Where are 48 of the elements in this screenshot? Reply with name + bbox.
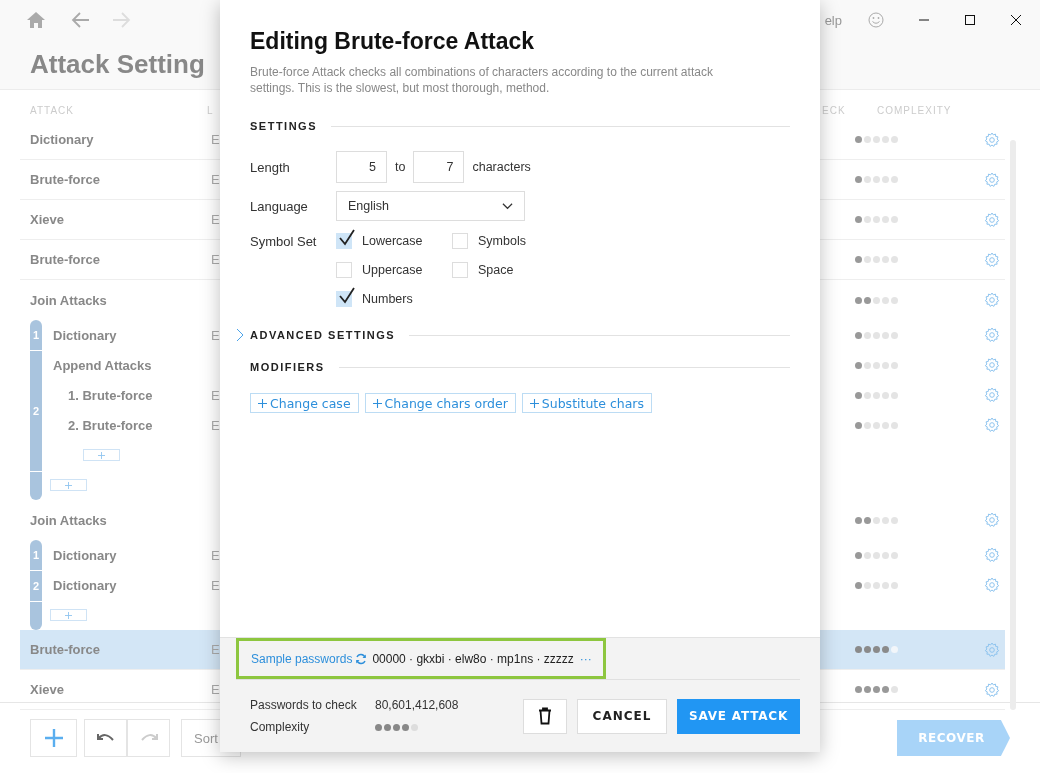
section-heading: MODIFIERS	[250, 361, 325, 373]
language-cell: E	[211, 642, 220, 657]
dialog-description: Brute-force Attack checks all combinations of characters according to the current attack settings. This is the slowest, but most thorough, method.	[250, 64, 714, 96]
page-title: Attack Setting	[29, 48, 205, 81]
group-index: 1	[32, 549, 40, 561]
attack-name: Join Attacks	[30, 512, 108, 528]
language-cell: E	[211, 132, 220, 147]
language-cell: E	[211, 212, 220, 227]
dialog-title: Editing Brute-force Attack	[250, 27, 536, 56]
section-heading: SETTINGS	[250, 120, 317, 132]
stat-label: Passwords to check	[250, 698, 358, 712]
attack-name: Dictionary	[52, 327, 118, 343]
group-index: 2	[32, 405, 40, 417]
attack-name: 1. Brute-force	[67, 387, 154, 403]
group-index: 1	[32, 329, 40, 341]
attack-name: Xieve	[30, 212, 65, 227]
group-index: 2	[32, 580, 40, 592]
range-separator: to	[395, 160, 406, 174]
checkbox-label: Symbols	[478, 234, 526, 248]
attack-name: Brute-force	[30, 252, 102, 267]
unit-label: characters	[472, 160, 531, 174]
attack-name: Append Attacks	[52, 357, 153, 373]
language-cell: E	[211, 682, 220, 697]
attack-name: Brute-force	[30, 172, 102, 187]
checkbox-label: Lowercase	[362, 234, 423, 248]
checkbox-label: Space	[478, 263, 514, 277]
language-cell: E	[211, 172, 220, 187]
stat-value: 80,601,412,608	[375, 698, 459, 712]
language-cell: E	[211, 417, 220, 433]
attack-name: 2. Brute-force	[67, 417, 154, 433]
attack-name: Dictionary	[52, 577, 118, 593]
attack-name: Dictionary	[52, 547, 118, 563]
attack-name: Brute-force	[30, 642, 102, 657]
attack-name: Xieve	[30, 682, 65, 697]
checkbox-label: Numbers	[362, 292, 413, 306]
attack-name: Dictionary	[30, 132, 95, 147]
language-cell: E	[211, 387, 220, 403]
stat-label: Complexity	[250, 720, 311, 734]
language-cell: E	[211, 547, 220, 563]
field-label: Language	[250, 198, 309, 214]
checkbox-label: Uppercase	[362, 263, 423, 277]
sample-passwords: 00000 · gkxbi · elw8o · mp1ns · zzzzz	[372, 651, 574, 666]
field-label: Symbol Set	[250, 234, 318, 249]
field-label: Length	[250, 159, 291, 175]
language-cell: E	[211, 327, 220, 343]
language-cell: E	[211, 252, 220, 267]
attack-name: Join Attacks	[30, 292, 108, 308]
language-cell: E	[211, 577, 220, 593]
